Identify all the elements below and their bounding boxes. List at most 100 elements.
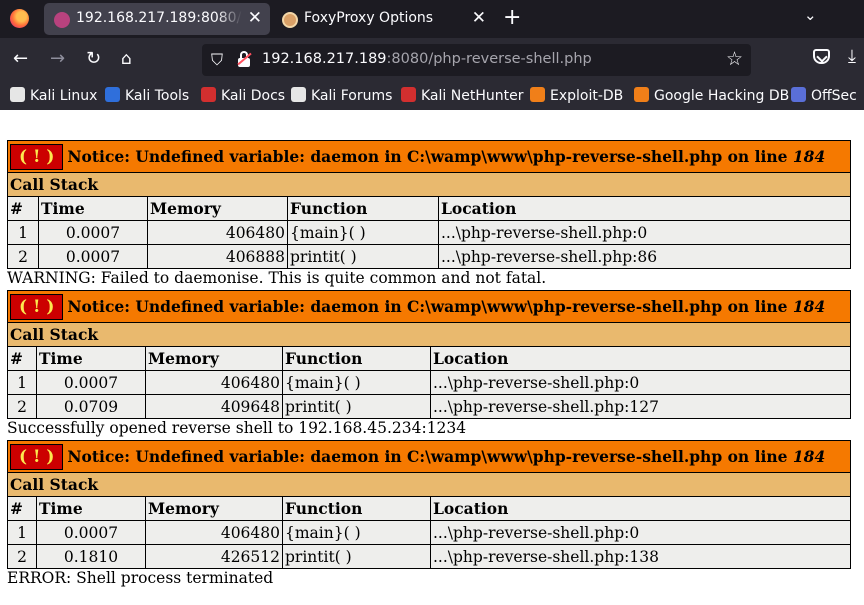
warning-bang-icon: ( ! ) <box>10 443 64 470</box>
bookmark-label: Kali Linux <box>30 88 98 104</box>
pocket-icon[interactable] <box>813 49 830 64</box>
foxyproxy-favicon-icon <box>282 12 298 28</box>
notice-text: Notice: Undefined variable: daemon in C:… <box>67 146 793 166</box>
notice-line-number: 184 <box>792 446 826 466</box>
kali-forums-icon <box>291 87 306 102</box>
tab-title: 192.168.217.189:8080/php-reverse-shell.p… <box>76 10 242 26</box>
notice-line-number: 184 <box>792 146 826 166</box>
home-icon[interactable]: ⌂ <box>121 48 132 70</box>
tracking-protection-shield-icon[interactable]: ⛉ <box>211 50 223 70</box>
cell-location: ...\php-reverse-shell.php:86 <box>438 244 851 269</box>
notice-header: ( ! ) Notice: Undefined variable: daemon … <box>7 140 851 173</box>
bookmark-exploit-db[interactable]: Exploit-DB <box>530 87 623 104</box>
col-number: # <box>7 346 37 371</box>
table-row: 1 0.0007 406480 {main}( ) ...\php-revers… <box>7 520 851 545</box>
bookmark-kali-tools[interactable]: Kali Tools <box>105 87 189 104</box>
kali-docs-icon <box>201 87 216 102</box>
cell-time: 0.0007 <box>38 244 148 269</box>
warning-bang-icon: ( ! ) <box>10 293 64 320</box>
bookmark-label: Google Hacking DB <box>654 88 790 104</box>
cell-location: ...\php-reverse-shell.php:138 <box>430 544 851 569</box>
bookmark-label: OffSec <box>811 88 857 104</box>
bookmark-google-hacking-db[interactable]: Google Hacking DB <box>634 87 789 104</box>
downloads-icon[interactable]: ⤓ <box>848 46 856 67</box>
call-stack-heading: Call Stack <box>7 172 851 197</box>
forward-icon[interactable]: → <box>50 48 65 70</box>
notice-line-number: 184 <box>792 296 826 316</box>
notice-text: Notice: Undefined variable: daemon in C:… <box>67 446 793 466</box>
cell-time: 0.0007 <box>38 220 148 245</box>
cell-location: ...\php-reverse-shell.php:0 <box>430 370 851 395</box>
output-message: ERROR: Shell process terminated <box>7 569 274 587</box>
address-bar[interactable]: ⛉ 192.168.217.189:8080/php-reverse-shell… <box>202 44 751 76</box>
new-tab-icon[interactable]: + <box>503 5 521 31</box>
insecure-lock-icon[interactable] <box>237 51 252 67</box>
page-content: ( ! ) Notice: Undefined variable: daemon … <box>0 110 864 605</box>
bookmark-offsec[interactable]: OffSec <box>791 87 857 104</box>
cell-memory: 426512 <box>145 544 283 569</box>
cell-memory: 406888 <box>147 244 288 269</box>
col-number: # <box>7 196 39 221</box>
bookmark-kali-linux[interactable]: Kali Linux <box>10 87 97 104</box>
cell-number: 1 <box>7 520 37 545</box>
col-time: Time <box>38 196 148 221</box>
tab-bar: 192.168.217.189:8080/php-reverse-shell.p… <box>0 0 864 38</box>
cell-function: printit( ) <box>282 544 431 569</box>
cell-number: 2 <box>7 394 37 419</box>
table-row: 2 0.0709 409648 printit( ) ...\php-rever… <box>7 394 851 419</box>
col-memory: Memory <box>145 346 283 371</box>
cell-function: printit( ) <box>282 394 431 419</box>
cell-location: ...\php-reverse-shell.php:0 <box>438 220 851 245</box>
xdebug-error-table: ( ! ) Notice: Undefined variable: daemon … <box>7 140 851 269</box>
reload-icon[interactable]: ↻ <box>86 48 101 70</box>
bookmark-label: Kali NetHunter <box>421 88 524 104</box>
xdebug-error-table: ( ! ) Notice: Undefined variable: daemon … <box>7 440 851 569</box>
cell-time: 0.0007 <box>36 370 146 395</box>
cell-memory: 406480 <box>145 370 283 395</box>
col-location: Location <box>438 196 851 221</box>
close-tab-icon[interactable]: ✕ <box>248 7 262 29</box>
tab-foxyproxy-options[interactable]: FoxyProxy Options ✕ <box>272 3 494 35</box>
bookmark-label: Exploit-DB <box>550 88 624 104</box>
notice-header: ( ! ) Notice: Undefined variable: daemon … <box>7 290 851 323</box>
url-host: 192.168.217.189 <box>262 51 387 67</box>
back-icon[interactable]: ← <box>13 48 28 70</box>
bookmark-label: Kali Forums <box>311 88 393 104</box>
cell-function: {main}( ) <box>282 520 431 545</box>
table-row: 1 0.0007 406480 {main}( ) ...\php-revers… <box>7 370 851 395</box>
cell-function: {main}( ) <box>282 370 431 395</box>
cell-number: 1 <box>7 370 37 395</box>
call-stack-heading: Call Stack <box>7 322 851 347</box>
tab-php-reverse-shell[interactable]: 192.168.217.189:8080/php-reverse-shell.p… <box>44 3 270 35</box>
url-path: :8080/php-reverse-shell.php <box>386 51 592 67</box>
exploitdb-icon <box>530 87 545 102</box>
cell-function: printit( ) <box>287 244 439 269</box>
bookmarks-toolbar: Kali Linux Kali Tools Kali Docs Kali For… <box>0 82 864 110</box>
kali-dragon-icon <box>10 87 25 102</box>
firefox-menu-icon[interactable] <box>10 9 29 28</box>
col-location: Location <box>430 496 851 521</box>
url-text[interactable]: 192.168.217.189:8080/php-reverse-shell.p… <box>262 51 592 67</box>
col-memory: Memory <box>147 196 288 221</box>
table-row: 1 0.0007 406480 {main}( ) ...\php-revers… <box>7 220 851 245</box>
close-tab-icon[interactable]: ✕ <box>472 7 486 29</box>
cell-time: 0.1810 <box>36 544 146 569</box>
cell-time: 0.0709 <box>36 394 146 419</box>
tab-title: FoxyProxy Options <box>304 10 434 26</box>
xdebug-error-table: ( ! ) Notice: Undefined variable: daemon … <box>7 290 851 419</box>
bookmark-kali-docs[interactable]: Kali Docs <box>201 87 285 104</box>
cell-function: {main}( ) <box>287 220 439 245</box>
notice-header: ( ! ) Notice: Undefined variable: daemon … <box>7 440 851 473</box>
bookmark-kali-forums[interactable]: Kali Forums <box>291 87 392 104</box>
notice-text: Notice: Undefined variable: daemon in C:… <box>67 296 793 316</box>
nethunter-icon <box>401 87 416 102</box>
bookmark-kali-nethunter[interactable]: Kali NetHunter <box>401 87 523 104</box>
output-message: Successfully opened reverse shell to 192… <box>7 419 467 437</box>
list-all-tabs-icon[interactable]: ⌄ <box>804 6 817 24</box>
offsec-icon <box>791 87 806 102</box>
col-location: Location <box>430 346 851 371</box>
bookmark-star-icon[interactable]: ☆ <box>726 48 743 70</box>
col-number: # <box>7 496 37 521</box>
cell-memory: 409648 <box>145 394 283 419</box>
col-time: Time <box>36 496 146 521</box>
